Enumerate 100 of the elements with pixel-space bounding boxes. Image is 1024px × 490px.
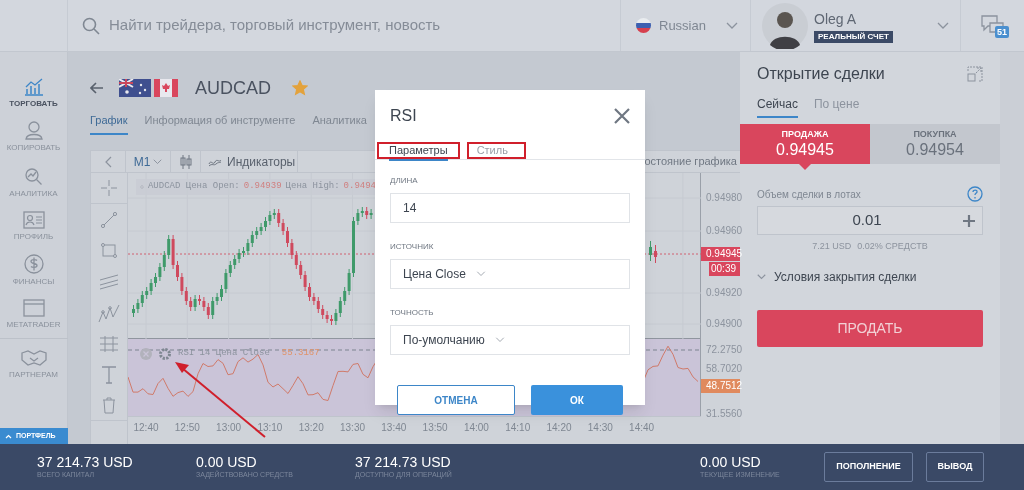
stat-value: 0.00 USD bbox=[700, 454, 762, 470]
input-field[interactable]: 14 bbox=[390, 193, 630, 223]
chevron-down-icon bbox=[726, 21, 738, 30]
axis-label: 0.94900 bbox=[705, 317, 740, 331]
avatar[interactable] bbox=[762, 2, 808, 49]
volume-field[interactable]: 0.01 bbox=[757, 206, 983, 235]
indicators-button[interactable]: Индикаторы bbox=[201, 151, 298, 172]
caret-up-icon bbox=[5, 433, 12, 439]
axis-label: 14:20 bbox=[546, 421, 572, 435]
dialog-button[interactable]: ОК bbox=[531, 385, 623, 415]
dialog-button[interactable]: ОТМЕНА bbox=[397, 385, 515, 415]
sidebar-item[interactable]: ПРОФИЛЬ bbox=[0, 211, 68, 241]
footer-button[interactable]: ПОПОЛНЕНИЕ bbox=[824, 452, 913, 482]
tab[interactable]: Стиль bbox=[476, 145, 508, 161]
tab[interactable]: По цене bbox=[813, 96, 860, 118]
gear-icon[interactable] bbox=[158, 347, 172, 361]
cost-text: 7.21 USD bbox=[812, 240, 852, 253]
pattern-tool-icon bbox=[98, 302, 120, 323]
axis-label: 0.94960 bbox=[705, 224, 740, 238]
trade-side-button[interactable]: ПОКУПКА 0.94954 bbox=[870, 124, 1000, 164]
axis-label: 13:20 bbox=[298, 421, 324, 435]
close-conditions-toggle[interactable]: Условия закрытия сделки bbox=[740, 267, 1000, 286]
chevron-down-icon bbox=[475, 271, 486, 277]
timeframe-dropdown[interactable]: M1 bbox=[126, 151, 171, 172]
sell-button[interactable]: ПРОДАТЬ bbox=[757, 309, 983, 347]
chart-icon bbox=[23, 78, 44, 96]
trash-icon bbox=[102, 396, 116, 414]
dollar-icon bbox=[23, 254, 44, 274]
field-label: ДЛИНА bbox=[390, 175, 419, 187]
axis-label: 13:50 bbox=[422, 421, 448, 435]
trade-side-button[interactable]: ПРОДАЖА 0.94945 bbox=[740, 124, 870, 164]
account-badge: РЕАЛЬНЫЙ СЧЕТ bbox=[814, 30, 893, 43]
tab[interactable]: Параметры bbox=[389, 145, 448, 161]
chevron-down-icon bbox=[494, 337, 505, 343]
help-icon[interactable] bbox=[967, 186, 983, 202]
star-icon[interactable] bbox=[292, 80, 308, 96]
tab[interactable]: Аналитика bbox=[312, 113, 367, 135]
search-field[interactable]: Найти трейдера, торговый инструмент, новость bbox=[109, 14, 620, 37]
sidebar-item[interactable]: METATRADER bbox=[0, 299, 68, 329]
tab[interactable]: остояние графика bbox=[644, 151, 740, 172]
flag-icon bbox=[154, 79, 178, 97]
legend-text: Цена High: bbox=[285, 180, 340, 194]
chevron-down-icon bbox=[937, 21, 949, 30]
sidebar-item[interactable]: ПАРТНЕРАМ bbox=[0, 349, 68, 379]
sidebar-item[interactable]: АНАЛИТИКА bbox=[0, 166, 68, 198]
back-button[interactable] bbox=[90, 82, 106, 94]
close-button[interactable] bbox=[613, 107, 631, 125]
footer-button[interactable]: ВЫВОД bbox=[926, 452, 984, 482]
expand-icon[interactable] bbox=[967, 66, 983, 82]
axis-label: 13:10 bbox=[257, 421, 283, 435]
legend-text: AUDCAD Цена Open: bbox=[147, 180, 240, 194]
axis-label: 12:50 bbox=[174, 421, 200, 435]
axis-label: 72.2750 bbox=[705, 343, 740, 357]
candle bbox=[649, 240, 652, 262]
legend-text: 0.9494 bbox=[343, 180, 376, 194]
user-name: Oleg A bbox=[814, 9, 857, 29]
field-label: Объем сделки в лотах bbox=[757, 187, 861, 202]
instrument-name: AUDCAD bbox=[195, 76, 271, 100]
panel-title: Открытие сделки bbox=[757, 64, 885, 84]
parallel-lines-icon bbox=[99, 273, 119, 290]
candlestick-icon bbox=[179, 154, 192, 169]
share-text: 0.02% СРЕДСТВ bbox=[857, 240, 928, 253]
legend-text: 55.3167 bbox=[281, 347, 320, 361]
magnifier-chart-icon bbox=[23, 166, 44, 186]
language-selector[interactable]: Russian bbox=[620, 0, 750, 51]
axis-label: 14:40 bbox=[629, 421, 655, 435]
field-label: ИСТОЧНИК bbox=[390, 241, 435, 253]
axis-label: 12:40 bbox=[133, 421, 159, 435]
sidebar-item[interactable]: ФИНАНСЫ bbox=[0, 254, 68, 286]
axis-label: 31.5560 bbox=[705, 407, 740, 421]
axis-label: 14:10 bbox=[505, 421, 531, 435]
rectangle-tool-icon bbox=[100, 242, 118, 259]
dialog-title: RSI bbox=[390, 106, 417, 126]
dropdown[interactable]: Цена Close bbox=[390, 259, 630, 289]
sidebar-item[interactable]: КОПИРОВАТЬ bbox=[0, 120, 68, 152]
stat-value: 0.00 USD bbox=[196, 454, 258, 470]
plus-icon bbox=[963, 214, 975, 227]
count-badge: 51 bbox=[995, 26, 1009, 38]
window-icon bbox=[22, 299, 45, 317]
stat-value: 37 214.73 USD bbox=[37, 454, 134, 470]
search-icon bbox=[82, 16, 100, 35]
legend-text: 0.94939 bbox=[243, 180, 282, 194]
axis-label: 14:00 bbox=[463, 421, 489, 435]
candle bbox=[654, 244, 657, 264]
crosshair-icon bbox=[101, 180, 117, 196]
tab[interactable]: Сейчас bbox=[757, 96, 798, 118]
tab[interactable]: Информация об инструменте bbox=[144, 113, 296, 135]
close-icon[interactable] bbox=[140, 348, 152, 360]
sidebar-item[interactable]: ТОРГОВАТЬ bbox=[0, 78, 68, 108]
axis-label: 13:30 bbox=[340, 421, 365, 435]
dropdown[interactable]: По-умолчанию bbox=[390, 325, 630, 355]
messages-button[interactable]: 51 bbox=[960, 0, 1024, 51]
close-icon bbox=[614, 108, 630, 124]
stat-value: 37 214.73 USD bbox=[355, 454, 452, 470]
chevron-icon bbox=[757, 273, 766, 280]
axis-label: 13:40 bbox=[381, 421, 407, 435]
tab[interactable]: График bbox=[90, 113, 128, 135]
axis-label: 0.94920 bbox=[705, 286, 740, 300]
person-icon bbox=[23, 120, 44, 140]
price-label: 00:39 bbox=[709, 262, 740, 276]
